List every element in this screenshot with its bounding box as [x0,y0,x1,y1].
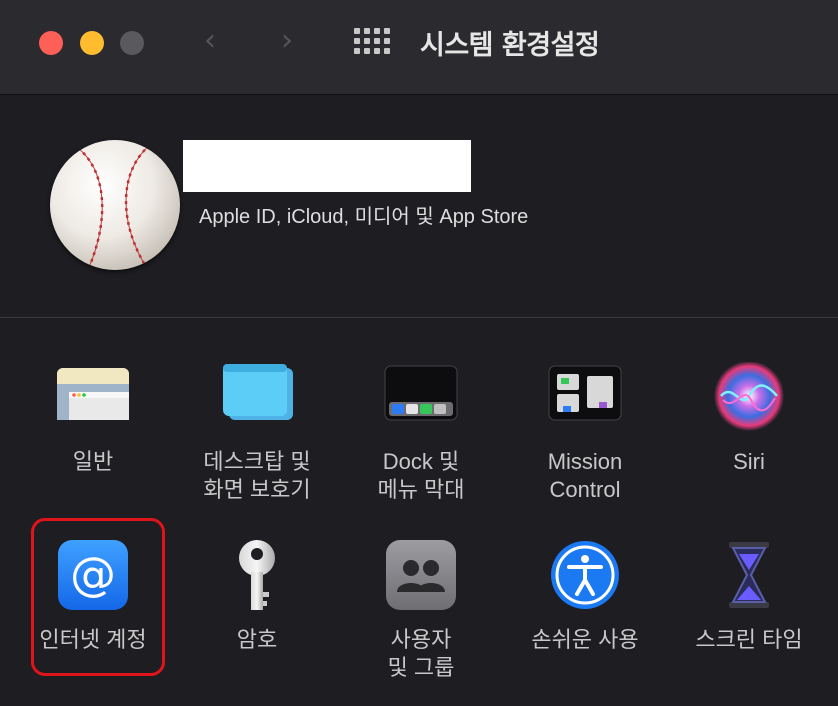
pref-general[interactable]: 일반 [18,362,168,476]
pref-users-label: 사용자 [390,627,452,652]
general-icon [55,362,131,438]
hourglass-icon [711,540,787,616]
pref-siri[interactable]: Siri [674,361,824,476]
avatar[interactable] [50,140,180,270]
pref-siri-label: Siri [733,449,765,474]
pref-mission-label-2: Control [549,477,621,502]
siri-icon [711,361,787,438]
minimize-button[interactable] [80,31,104,55]
account-subtitle: Apple ID, iCloud, 미디어 및 App Store [199,206,529,228]
key-icon [219,540,295,616]
close-button[interactable] [39,31,63,55]
pref-internet-accounts[interactable]: @ 인터넷 계정 [18,540,168,654]
window-title: 시스템 환경설정 [420,30,600,61]
pref-accessibility[interactable]: 손쉬운 사용 [510,540,660,654]
mission-control-icon [547,362,623,438]
internet-accounts-icon: @ [55,540,131,616]
account-name-redacted [183,140,471,192]
pref-screentime-label: 스크린 타임 [695,627,803,652]
pref-internet-label: 인터넷 계정 [39,627,147,652]
pref-users-label-2: 및 그룹 [387,655,455,680]
pref-general-label: 일반 [72,449,114,474]
svg-text:@: @ [70,547,116,601]
pref-desktop-screensaver[interactable]: 데스크탑 및 화면 보호기 [182,362,332,504]
users-groups-icon [383,540,459,616]
title-bar: ‹ › 시스템 환경설정 [0,0,838,95]
dock-menubar-icon [383,362,459,438]
zoom-button[interactable] [120,31,144,55]
pref-passwords[interactable]: 암호 [182,540,332,654]
pref-mission-label: Mission [547,449,623,474]
desktop-screensaver-icon [219,362,295,438]
pref-dock-label: Dock 및 [382,449,460,474]
pref-dock-menubar[interactable]: Dock 및 메뉴 막대 [346,362,496,504]
pref-desktop-label-2: 화면 보호기 [203,477,311,502]
pref-desktop-label: 데스크탑 및 [203,449,311,474]
show-all-grid-icon[interactable] [354,28,390,56]
pref-screen-time[interactable]: 스크린 타임 [674,540,824,654]
pref-accessibility-label: 손쉬운 사용 [531,627,639,652]
pref-users-groups[interactable]: 사용자 및 그룹 [346,540,496,682]
back-arrow-icon[interactable]: ‹ [204,26,216,56]
pref-mission-control[interactable]: Mission Control [510,362,660,504]
apple-id-section[interactable]: Apple ID, iCloud, 미디어 및 App Store [0,95,838,318]
pref-passwords-label: 암호 [236,627,278,652]
pref-dock-label-2: 메뉴 막대 [377,477,465,502]
forward-arrow-icon[interactable]: › [281,26,293,56]
accessibility-icon [547,540,623,616]
